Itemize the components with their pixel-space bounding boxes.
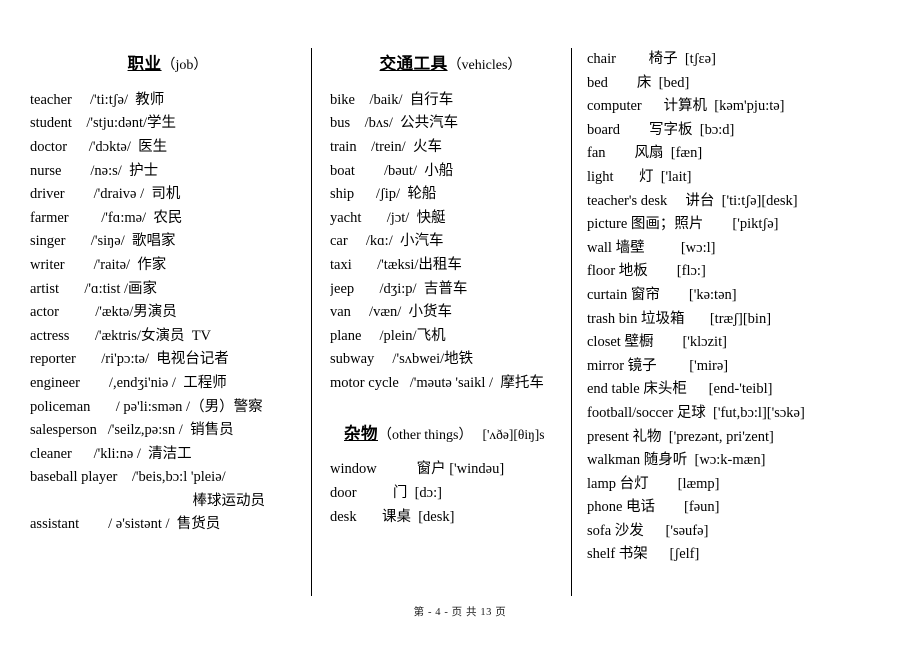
- list-item: wall 墙壁 [wɔ:l]: [587, 239, 716, 256]
- list-item: trash bin 垃圾箱 [træʃ][bin]: [587, 310, 772, 327]
- vocabulary-list-furniture: chair 椅子 [tʃɛə] bed 床 [bed] computer 计算机…: [587, 48, 898, 567]
- list-item: bed 床 [bed]: [587, 74, 690, 91]
- list-item: floor 地板 [flɔ:]: [587, 263, 706, 280]
- heading-vehicles-english: （vehicles）: [447, 58, 522, 73]
- list-item: mirror 镜子 ['mirə]: [587, 357, 729, 374]
- list-item: salesperson /'seilz,pə:sn / 销售员: [30, 422, 234, 439]
- heading-other-things-english: （other things）: [378, 427, 473, 443]
- list-item: door 门 [dɔ:]: [330, 484, 442, 501]
- list-item: computer 计算机 [kəm'pju:tə]: [587, 98, 785, 115]
- list-item: walkman 随身听 [wɔ:k-mæn]: [587, 452, 766, 469]
- list-item: present 礼物 ['prezənt, pri'zent]: [587, 428, 774, 445]
- list-item: farmer /'fɑ:mə/ 农民: [30, 209, 183, 226]
- list-item: lamp 台灯 [læmp]: [587, 475, 720, 492]
- vocabulary-list-jobs: teacher /'ti:tʃə/ 教师 student /'stju:dənt…: [30, 89, 305, 537]
- list-item: sofa 沙发 ['səufə]: [587, 522, 709, 539]
- list-item: engineer /,endʒi'niə / 工程师: [30, 374, 227, 391]
- list-item: teacher's desk 讲台 ['ti:tʃə][desk]: [587, 192, 798, 209]
- list-item: actor /'æktə/男演员: [30, 304, 177, 321]
- list-item: boat /bəut/ 小船: [330, 162, 454, 179]
- list-item: singer /'siŋə/ 歌唱家: [30, 233, 176, 250]
- list-item: fan 风扇 [fæn]: [587, 145, 703, 162]
- vocabulary-list-other-things: window 窗户 ['windəu] door 门 [dɔ:] desk 课桌…: [330, 458, 571, 529]
- list-item: car /kɑ:/ 小汽车: [330, 233, 444, 250]
- document-page: 职业（job） teacher /'ti:tʃə/ 教师 student /'s…: [0, 0, 920, 651]
- list-item: actress /'æktris/女演员 TV: [30, 327, 212, 344]
- list-item: train /trein/ 火车: [330, 138, 442, 155]
- column-jobs: 职业（job） teacher /'ti:tʃə/ 教师 student /'s…: [30, 48, 311, 596]
- list-item: jeep /dʒi:p/ 吉普车: [330, 280, 468, 297]
- list-item: doctor /'dɔktə/ 医生: [30, 138, 168, 155]
- list-item: bike /baik/ 自行车: [330, 91, 454, 108]
- heading-vehicles: 交通工具（vehicles）: [330, 54, 571, 75]
- list-item: board 写字板 [bɔ:d]: [587, 121, 735, 138]
- list-item: nurse /nə:s/ 护士: [30, 162, 159, 179]
- heading-other-things: 杂物（other things） ['ʌðə][θiŋ]s: [330, 424, 571, 445]
- heading-jobs-english: （job）: [161, 58, 208, 73]
- heading-jobs-chinese: 职业: [127, 54, 162, 73]
- heading-vehicles-chinese: 交通工具: [379, 54, 448, 73]
- list-item: baseball player /'beis,bɔ:l 'pleiə/: [30, 469, 226, 486]
- list-item: policeman / pə'li:smən /（男）警察: [30, 398, 263, 415]
- list-item: phone 电话 [fəun]: [587, 499, 720, 516]
- list-item: van /væn/ 小货车: [330, 304, 453, 321]
- list-item: curtain 窗帘 ['kə:tən]: [587, 286, 737, 303]
- list-item: artist /'ɑ:tist /画家: [30, 280, 158, 297]
- list-item: writer /'raitə/ 作家: [30, 256, 167, 273]
- list-item-continuation: 棒球运动员: [192, 492, 266, 509]
- list-item: picture 图画；照片 ['piktʃə]: [587, 216, 779, 233]
- list-item: football/soccer 足球 ['fut,bɔ:l]['sɔkə]: [587, 404, 805, 421]
- list-item: end table 床头柜 [end-'teibl]: [587, 381, 773, 398]
- list-item: motor cycle /'məutə 'saikl / 摩托车: [330, 374, 544, 391]
- heading-other-things-chinese: 杂物: [344, 423, 378, 443]
- list-item: plane /plein/飞机: [330, 327, 446, 344]
- column-furniture: chair 椅子 [tʃɛə] bed 床 [bed] computer 计算机…: [571, 48, 898, 596]
- three-column-layout: 职业（job） teacher /'ti:tʃə/ 教师 student /'s…: [30, 48, 898, 596]
- list-item: taxi /'tæksi/出租车: [330, 256, 462, 273]
- list-item: bus /bʌs/ 公共汽车: [330, 115, 459, 132]
- vocabulary-list-vehicles: bike /baik/ 自行车 bus /bʌs/ 公共汽车 train /tr…: [330, 89, 571, 396]
- list-item: driver /'draivə / 司机: [30, 186, 181, 203]
- heading-other-things-ipa: ['ʌðə][θiŋ]s: [482, 426, 545, 442]
- list-item: window 窗户 ['windəu]: [330, 461, 505, 478]
- list-item: yacht /jɔt/ 快艇: [330, 209, 446, 226]
- column-vehicles: 交通工具（vehicles） bike /baik/ 自行车 bus /bʌs/…: [311, 48, 571, 596]
- list-item: shelf 书架 [ʃelf]: [587, 546, 700, 563]
- list-item: desk 课桌 [desk]: [330, 508, 455, 525]
- list-item: assistant / ə'sistənt / 售货员: [30, 516, 221, 533]
- list-item: student /'stju:dənt/学生: [30, 115, 176, 132]
- list-item: ship /ʃip/ 轮船: [330, 186, 437, 203]
- list-item: closet 壁橱 ['klɔzit]: [587, 334, 727, 351]
- list-item: subway /'sʌbwei/地铁: [330, 351, 474, 368]
- list-item: teacher /'ti:tʃə/ 教师: [30, 91, 165, 108]
- page-footer: 第 - 4 - 页 共 13 页: [413, 607, 507, 618]
- list-item: reporter /ri'pɔ:tə/ 电视台记者: [30, 351, 229, 368]
- heading-jobs: 职业（job）: [30, 54, 305, 75]
- list-item: chair 椅子 [tʃɛə]: [587, 51, 716, 67]
- list-item: cleaner /'kli:nə / 清洁工: [30, 445, 192, 462]
- list-item: light 灯 ['lait]: [587, 168, 692, 185]
